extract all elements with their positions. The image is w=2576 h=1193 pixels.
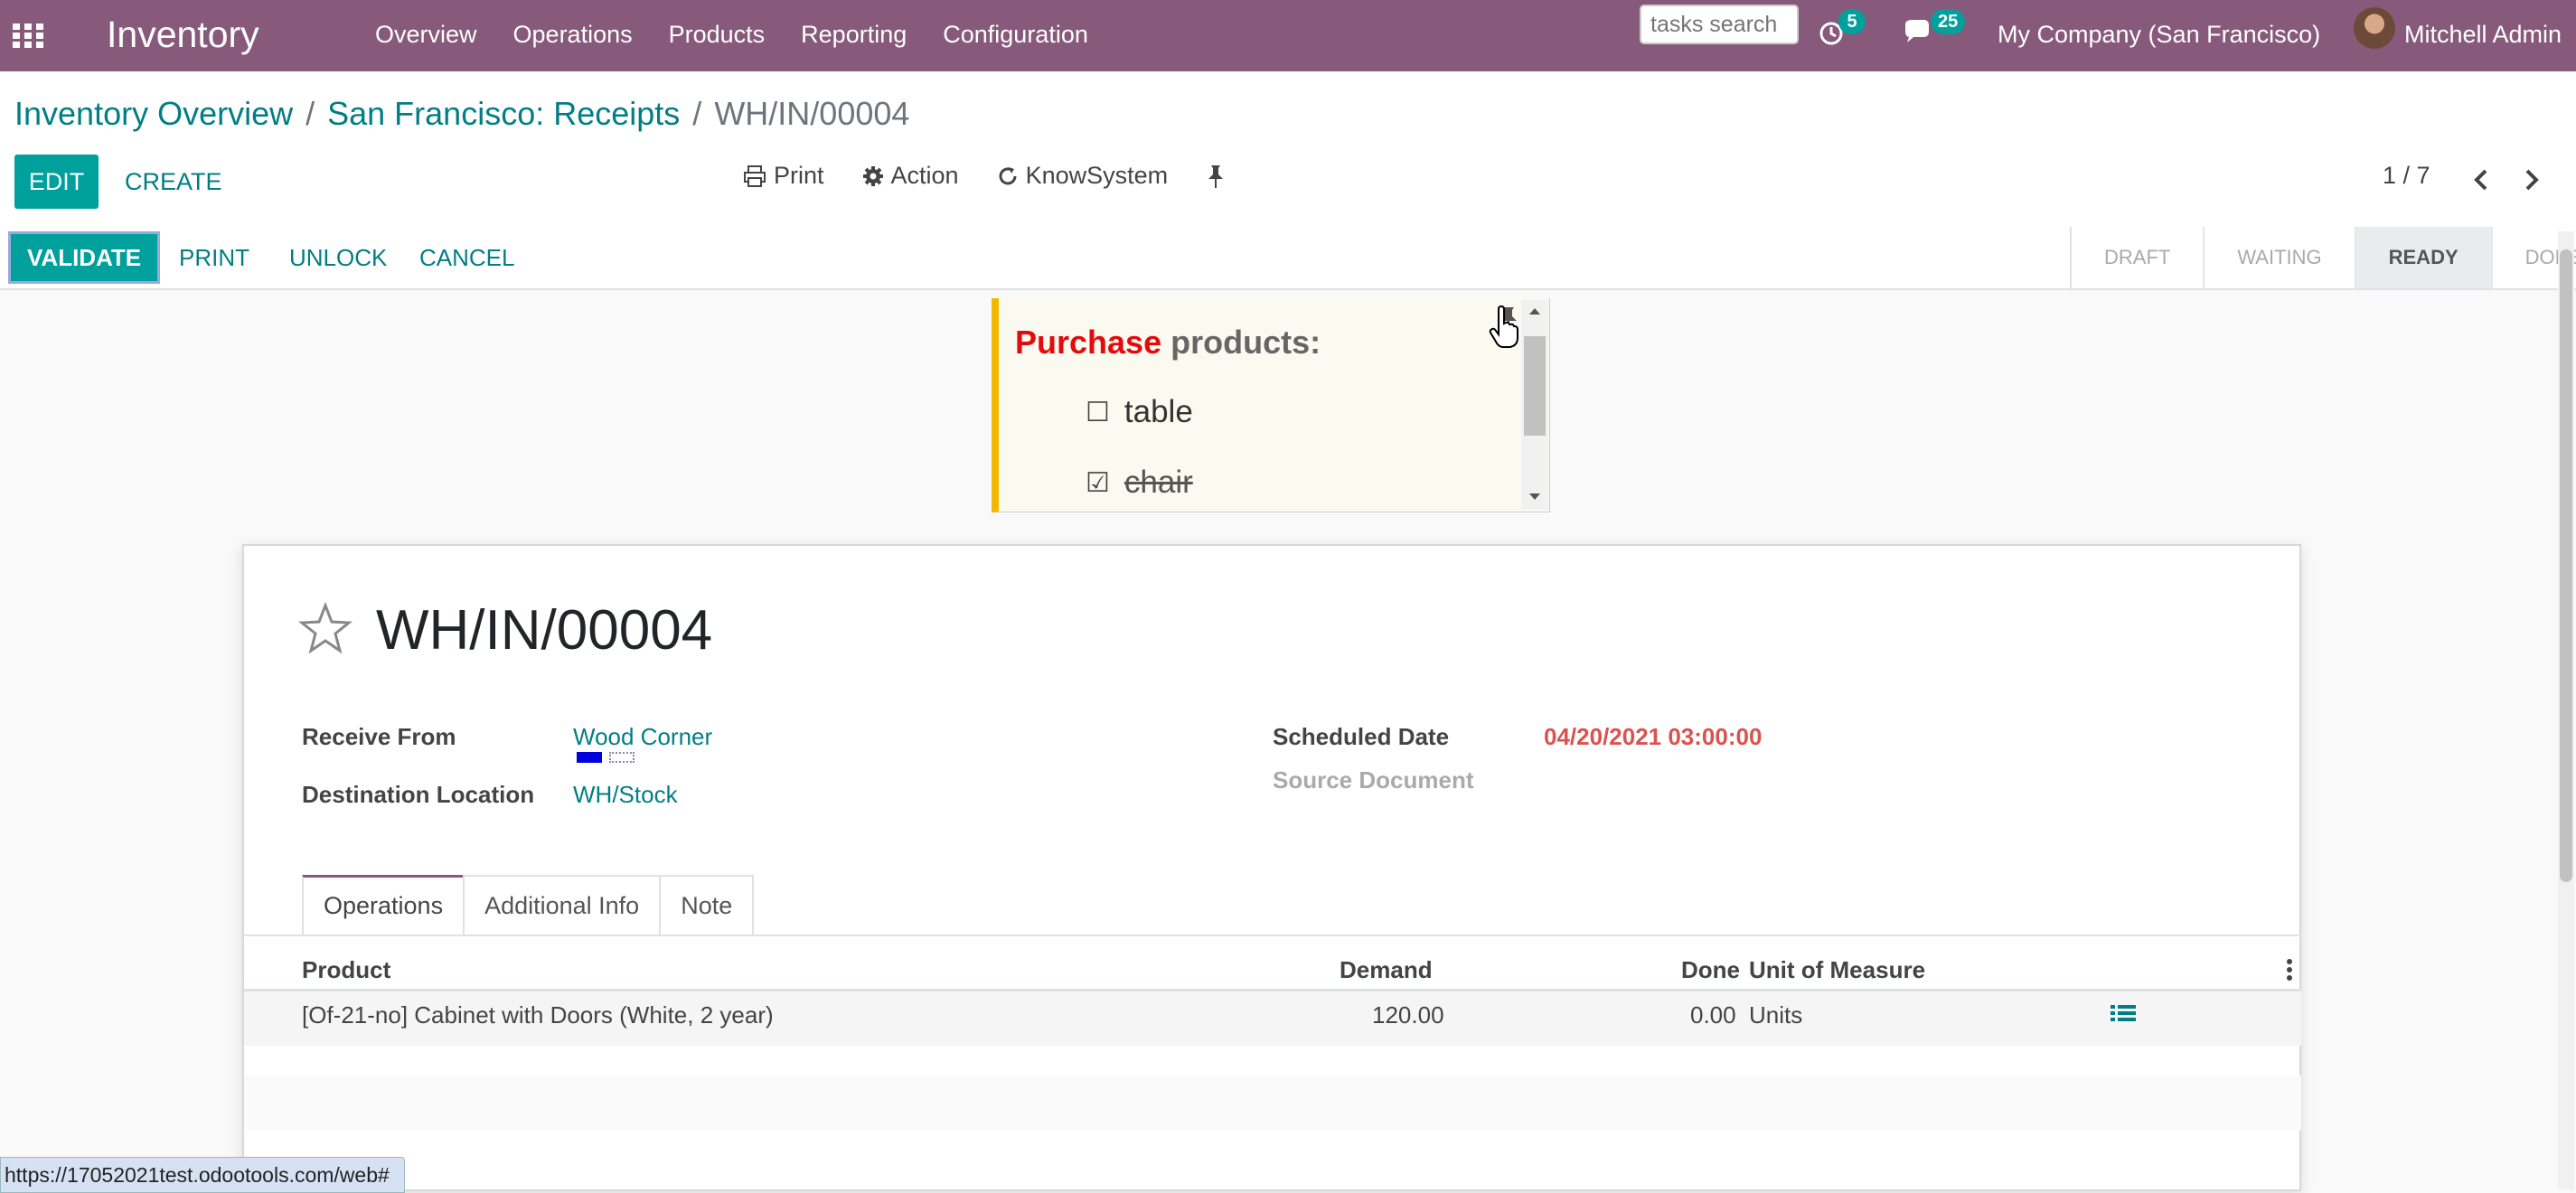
form-statusbar: VALIDATE PRINT UNLOCK CANCEL DRAFT WAITI…	[0, 227, 2576, 290]
print-button[interactable]: PRINT	[163, 234, 266, 281]
action-label: Action	[890, 162, 959, 189]
browser-status-url: https://17052021test.odootools.com/web#	[0, 1157, 405, 1193]
receive-from-label: Receive From	[302, 723, 456, 750]
page-scrollbar[interactable]	[2558, 231, 2574, 1189]
refresh-icon	[999, 166, 1017, 184]
stage-draft: DRAFT	[2072, 227, 2205, 288]
action-bar: Print Action KnowSystem	[743, 162, 1264, 190]
tab-note[interactable]: Note	[659, 875, 755, 935]
pin-button[interactable]	[1206, 164, 1226, 189]
menu-reporting[interactable]: Reporting	[801, 16, 907, 52]
breadcrumb-separator: /	[692, 95, 702, 132]
note-item-text: chair	[1123, 465, 1193, 500]
apps-grid-icon[interactable]	[11, 16, 49, 54]
breadcrumb-current: WH/IN/00004	[714, 95, 910, 132]
knowsystem-label: KnowSystem	[1025, 162, 1169, 189]
sticky-note: Purchase products: ☐ table ☑ chair	[992, 298, 1550, 512]
edit-button[interactable]: EDIT	[14, 155, 99, 209]
gear-icon	[862, 165, 883, 186]
app-name[interactable]: Inventory	[107, 9, 259, 60]
company-switcher[interactable]: My Company (San Francisco)	[1998, 16, 2320, 52]
checkbox-unchecked-icon[interactable]: ☐	[1086, 397, 1110, 428]
note-item-text: table	[1123, 394, 1193, 429]
tag-color-blue	[577, 752, 602, 763]
row-uom: Units	[1749, 1001, 1803, 1029]
menu-operations[interactable]: Operations	[513, 16, 633, 52]
tab-divider	[244, 935, 2301, 936]
checkbox-checked-icon[interactable]: ☑	[1086, 467, 1110, 499]
user-menu[interactable]: Mitchell Admin	[2404, 16, 2562, 52]
note-title-highlight: Purchase	[1015, 324, 1162, 361]
breadcrumb-receipts[interactable]: San Francisco: Receipts	[327, 95, 680, 132]
top-navbar: Inventory Overview Operations Products R…	[0, 0, 2576, 71]
knowsystem-button[interactable]: KnowSystem	[997, 162, 1169, 190]
detailed-operations-icon[interactable]	[2110, 1003, 2137, 1027]
print-dropdown[interactable]: Print	[743, 162, 824, 190]
row-demand: 120.00	[1372, 1001, 1444, 1029]
column-demand[interactable]: Demand	[1340, 956, 1433, 984]
pager-value[interactable]: 1 / 7	[2383, 162, 2430, 190]
cancel-button[interactable]: CANCEL	[403, 234, 531, 281]
note-checklist-item[interactable]: ☑ chair	[1086, 465, 1193, 501]
source-document-label: Source Document	[1273, 766, 1474, 794]
scheduled-date-label: Scheduled Date	[1273, 723, 1450, 750]
note-title-rest: products:	[1161, 324, 1321, 361]
activity-badge: 5	[1838, 9, 1866, 34]
scroll-down-arrow-icon[interactable]	[1528, 492, 1542, 503]
column-done[interactable]: Done	[1681, 956, 1740, 984]
chevron-right-icon[interactable]	[2518, 162, 2545, 198]
table-empty-row	[244, 1076, 2301, 1130]
record-title: WH/IN/00004	[376, 599, 713, 662]
user-avatar[interactable]	[2354, 7, 2395, 49]
menu-configuration[interactable]: Configuration	[943, 16, 1088, 52]
row-done[interactable]: 0.00	[1690, 1001, 1736, 1029]
star-favorite-icon[interactable]	[298, 602, 353, 656]
chevron-left-icon[interactable]	[2468, 162, 2495, 198]
control-panel: Inventory Overview / San Francisco: Receip…	[0, 71, 2576, 229]
messages-badge: 25	[1931, 9, 1966, 34]
menu-products[interactable]: Products	[669, 16, 766, 52]
column-product[interactable]: Product	[302, 956, 390, 984]
receive-from-field[interactable]: Wood Corner	[573, 723, 712, 751]
column-options-icon[interactable]	[2285, 956, 2294, 983]
print-label: Print	[774, 162, 824, 189]
note-scrollbar[interactable]	[1521, 300, 1548, 510]
destination-label: Destination Location	[302, 781, 535, 808]
column-uom[interactable]: Unit of Measure	[1749, 956, 1925, 984]
main-menu: Overview Operations Products Reporting C…	[375, 16, 1124, 52]
form-sheet: WH/IN/00004 Receive From Wood Corner Des…	[242, 544, 2301, 1191]
breadcrumb-separator: /	[306, 95, 315, 132]
tab-additional-info[interactable]: Additional Info	[463, 875, 662, 935]
tasks-search-input[interactable]	[1640, 5, 1799, 44]
unlock-button[interactable]: UNLOCK	[273, 234, 403, 281]
stage-waiting: WAITING	[2205, 227, 2356, 288]
menu-overview[interactable]: Overview	[375, 16, 477, 52]
note-title: Purchase products:	[1015, 324, 1321, 362]
note-scrollbar-thumb[interactable]	[1524, 336, 1546, 436]
hand-cursor-icon	[1489, 305, 1518, 348]
destination-field[interactable]: WH/Stock	[573, 781, 678, 809]
tab-operations[interactable]: Operations	[302, 875, 465, 935]
breadcrumb: Inventory Overview / San Francisco: Receip…	[14, 91, 909, 136]
row-product[interactable]: [Of-21-no] Cabinet with Doors (White, 2 …	[302, 1001, 774, 1029]
breadcrumb-inventory-overview[interactable]: Inventory Overview	[14, 95, 293, 132]
scheduled-date-field[interactable]: 04/20/2021 03:00:00	[1544, 723, 1762, 751]
create-button[interactable]: CREATE	[108, 155, 239, 209]
partner-tags	[577, 752, 635, 763]
note-checklist-item[interactable]: ☐ table	[1086, 394, 1193, 430]
scroll-up-arrow-icon[interactable]	[1528, 305, 1542, 316]
stage-pipeline: DRAFT WAITING READY DONE	[2070, 227, 2576, 288]
notebook-tabs: Operations Additional Info Note	[302, 875, 755, 936]
thumbtack-icon	[1208, 164, 1224, 188]
page-scrollbar-thumb[interactable]	[2560, 249, 2572, 882]
action-dropdown[interactable]: Action	[862, 162, 959, 190]
printer-icon	[744, 164, 766, 187]
stage-ready: READY	[2355, 227, 2493, 288]
tag-color-empty	[609, 752, 635, 763]
validate-button[interactable]: VALIDATE	[11, 234, 158, 281]
